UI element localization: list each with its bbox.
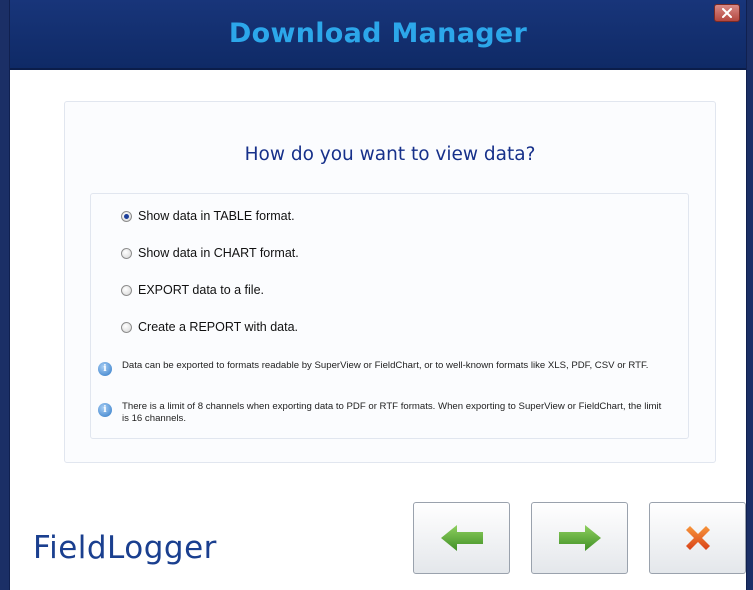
cancel-button[interactable] — [649, 502, 746, 574]
radio-export[interactable] — [121, 284, 132, 296]
back-button[interactable] — [413, 502, 510, 574]
option-label: Show data in CHART format. — [138, 246, 299, 260]
window-close-button[interactable] — [714, 4, 740, 22]
next-button[interactable] — [531, 502, 628, 574]
option-label: EXPORT data to a file. — [138, 283, 264, 297]
fieldlogger-logo: FieldLogger — [33, 530, 217, 566]
info-icon: i — [98, 362, 112, 376]
radio-chart[interactable] — [121, 247, 132, 259]
view-options-panel: How do you want to view data? Show data … — [64, 101, 716, 463]
info-text: There is a limit of 8 channels when expo… — [122, 401, 662, 424]
window-title: Download Manager — [228, 18, 528, 49]
options-box: Show data in TABLE format. Show data in … — [90, 193, 689, 439]
arrow-right-icon — [558, 525, 601, 551]
option-chart[interactable]: Show data in CHART format. — [121, 245, 299, 261]
info-text: Data can be exported to formats readable… — [122, 360, 649, 371]
close-icon — [722, 8, 732, 18]
info-channel-limit: i There is a limit of 8 channels when ex… — [98, 401, 668, 425]
title-bar: Download Manager — [10, 0, 746, 70]
option-report[interactable]: Create a REPORT with data. — [121, 319, 298, 335]
option-table[interactable]: Show data in TABLE format. — [121, 208, 295, 224]
arrow-left-icon — [440, 525, 483, 551]
question-heading: How do you want to view data? — [244, 144, 536, 165]
download-manager-window: Download Manager How do you want to view… — [9, 0, 747, 590]
info-export-formats: i Data can be exported to formats readab… — [98, 360, 668, 376]
radio-report[interactable] — [121, 321, 132, 333]
option-export[interactable]: EXPORT data to a file. — [121, 282, 264, 298]
option-label: Show data in TABLE format. — [138, 209, 295, 223]
radio-table[interactable] — [121, 210, 132, 222]
option-label: Create a REPORT with data. — [138, 320, 299, 334]
close-x-icon — [685, 526, 710, 550]
info-icon: i — [98, 403, 112, 417]
